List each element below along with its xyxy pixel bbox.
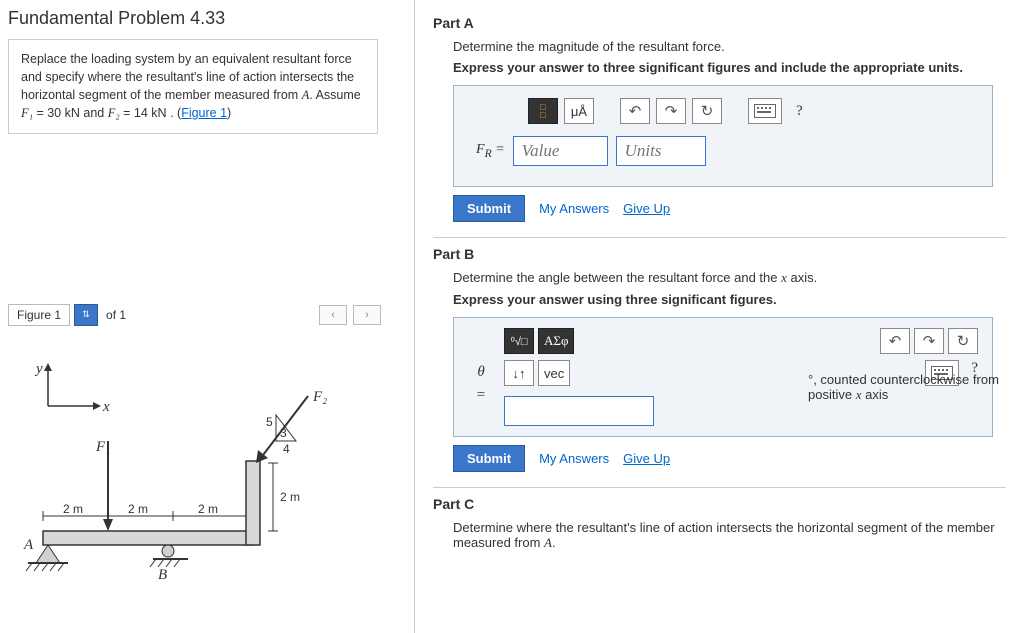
svg-text:F₂: F₂ — [312, 389, 327, 405]
svg-text:2 m: 2 m — [280, 490, 300, 504]
part-b-theta: θ — [475, 364, 487, 381]
separator-bc — [433, 487, 1006, 488]
part-a-my-answers-link[interactable]: My Answers — [539, 201, 609, 216]
svg-text:3: 3 — [280, 426, 287, 440]
separator-ab — [433, 237, 1006, 238]
part-b-instruction-1: Determine the angle between the resultan… — [453, 270, 1006, 286]
redo-button[interactable]: ↷ — [656, 98, 686, 124]
part-b-give-up-link[interactable]: Give Up — [623, 451, 670, 466]
figure-nav-bar: Figure 1 of 1 ‹ › — [8, 304, 406, 326]
part-c-header: Part C — [433, 496, 1006, 512]
template-picker-button[interactable]: □□ — [528, 98, 558, 124]
figure-next-button[interactable]: › — [353, 305, 381, 325]
desc-text-2: . Assume — [309, 88, 360, 102]
part-a-button-row: Submit My Answers Give Up — [453, 195, 1006, 222]
svg-text:5: 5 — [266, 415, 273, 429]
part-a-submit-button[interactable]: Submit — [453, 195, 525, 222]
svg-text:2 m: 2 m — [198, 502, 218, 516]
part-b-eq: = — [468, 387, 494, 404]
part-b-button-row: Submit My Answers Give Up — [453, 445, 1006, 472]
figure-stepper[interactable] — [74, 304, 98, 326]
part-b-vec-button[interactable]: vec — [538, 360, 570, 386]
part-a-toolbar: □□ μÅ ↶ ↷ ↻ ? — [528, 98, 978, 124]
desc-and: and — [80, 106, 108, 120]
desc-var-F1: F₁ — [21, 106, 33, 120]
help-button[interactable]: ? — [796, 103, 803, 120]
part-a-value-input[interactable] — [513, 136, 608, 166]
part-b-instruction-2: Express your answer using three signific… — [453, 292, 1006, 307]
part-a-instruction-1: Determine the magnitude of the resultant… — [453, 39, 1006, 54]
desc-eq1: = 30 kN — [33, 106, 80, 120]
part-a-give-up-link[interactable]: Give Up — [623, 201, 670, 216]
desc-text-4: ) — [227, 106, 231, 120]
keyboard-icon — [754, 104, 776, 118]
undo-button[interactable]: ↶ — [620, 98, 650, 124]
part-c-instruction: Determine where the resultant's line of … — [453, 520, 1006, 551]
part-b-template-button[interactable]: ⁰√□ — [504, 328, 534, 354]
svg-text:B: B — [158, 567, 167, 583]
figure-label: Figure 1 — [8, 304, 70, 326]
part-a-units-input[interactable] — [616, 136, 706, 166]
desc-text-3: . ( — [167, 106, 182, 120]
part-a-lhs: FR = — [476, 142, 505, 160]
desc-var-F2: F₂ — [108, 106, 120, 120]
svg-text:2 m: 2 m — [128, 502, 148, 516]
left-panel: Fundamental Problem 4.33 Replace the loa… — [0, 0, 415, 633]
units-mu-a-button[interactable]: μÅ — [564, 98, 594, 124]
part-b-header: Part B — [433, 246, 1006, 262]
figure-diagram: y x A B F₁ F₂ — [8, 341, 373, 591]
part-b-updown-button[interactable]: ↓↑ — [504, 360, 534, 386]
svg-text:F₁: F₁ — [95, 439, 110, 455]
svg-text:x: x — [102, 399, 110, 415]
part-a-answer-box: □□ μÅ ↶ ↷ ↻ ? FR = — [453, 85, 993, 187]
svg-text:4: 4 — [283, 442, 290, 456]
figure-link[interactable]: Figure 1 — [181, 106, 227, 120]
svg-text:y: y — [34, 361, 43, 377]
svg-text:2 m: 2 m — [63, 502, 83, 516]
part-b-redo-button[interactable]: ↷ — [914, 328, 944, 354]
part-b-reset-button[interactable]: ↻ — [948, 328, 978, 354]
part-b-undo-button[interactable]: ↶ — [880, 328, 910, 354]
part-b-my-answers-link[interactable]: My Answers — [539, 451, 609, 466]
part-a-header: Part A — [433, 15, 1006, 31]
part-b-answer-input[interactable] — [504, 396, 654, 426]
problem-title: Fundamental Problem 4.33 — [8, 8, 406, 29]
desc-eq2: = 14 kN — [120, 106, 167, 120]
part-b-greek-button[interactable]: ΑΣφ — [538, 328, 574, 354]
reset-button[interactable]: ↻ — [692, 98, 722, 124]
part-a-instruction-2: Express your answer to three significant… — [453, 60, 1006, 75]
keyboard-button[interactable] — [748, 98, 782, 124]
figure-prev-button[interactable]: ‹ — [319, 305, 347, 325]
svg-text:A: A — [23, 537, 34, 553]
part-a-input-row: FR = — [476, 136, 978, 166]
part-b-submit-button[interactable]: Submit — [453, 445, 525, 472]
problem-description: Replace the loading system by an equival… — [8, 39, 378, 134]
part-b-units-note: °, counted counterclockwise from positiv… — [808, 372, 1024, 403]
right-panel: Part A Determine the magnitude of the re… — [415, 0, 1024, 633]
figure-of-label: of 1 — [106, 308, 126, 322]
